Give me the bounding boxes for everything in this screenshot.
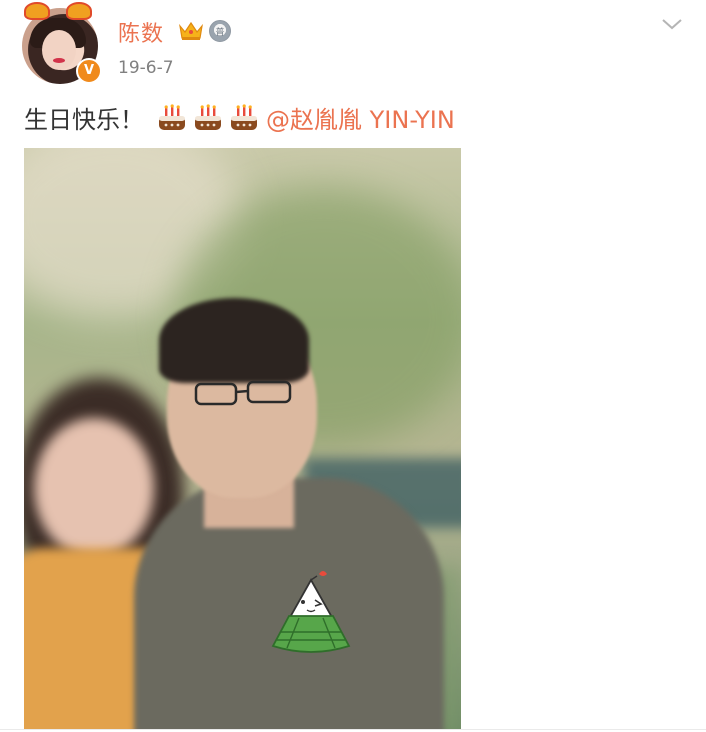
glasses-icon [194, 380, 292, 406]
divider [0, 729, 706, 730]
avatar-lips [53, 58, 65, 63]
username-link[interactable]: 陈数 [118, 16, 164, 48]
woman-face [34, 418, 154, 558]
post-photo[interactable] [24, 148, 461, 730]
crown-icon[interactable] [178, 20, 204, 42]
man-hair [159, 298, 309, 383]
avatar-face [42, 30, 76, 70]
post-timestamp[interactable]: 19-6-7 [118, 58, 174, 78]
chevron-down-icon[interactable] [660, 14, 684, 34]
avatar-hat-icon [24, 2, 50, 20]
medal-icon[interactable]: 普 [209, 20, 231, 42]
zongzi-sticker-icon [271, 571, 351, 653]
cake-emoji-group [156, 102, 264, 134]
verified-badge-icon: V [76, 58, 102, 84]
avatar-hat-icon [66, 2, 92, 20]
medal-label: 普 [215, 28, 225, 38]
birthday-cake-icon [231, 103, 257, 130]
birthday-cake-icon [195, 103, 221, 130]
post-text: 生日快乐！ @赵胤胤 YIN-YIN [24, 100, 455, 135]
post-message: 生日快乐！ [24, 106, 144, 134]
birthday-cake-icon [159, 103, 185, 130]
weibo-post: V 陈数 普 19-6-7 生日快乐！ @赵胤胤 YIN-YIN [0, 0, 706, 732]
mention-link[interactable]: @赵胤胤 YIN-YIN [266, 100, 455, 135]
